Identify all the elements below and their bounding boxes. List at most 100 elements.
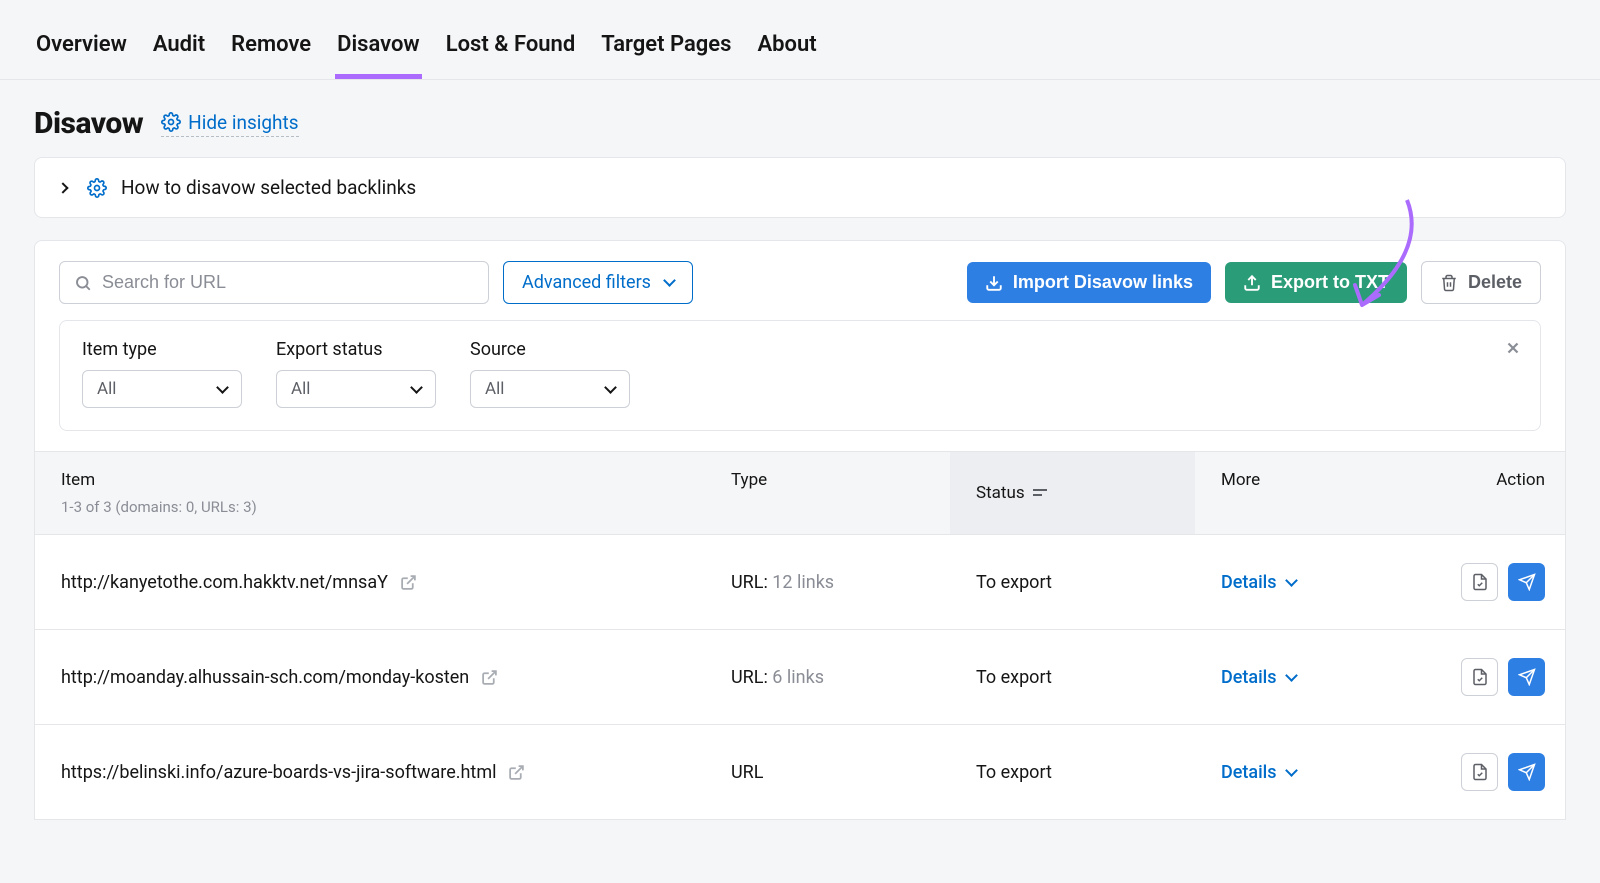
advanced-filters-button[interactable]: Advanced filters (503, 261, 693, 304)
delete-label: Delete (1468, 272, 1522, 293)
search-input-wrapper[interactable] (59, 261, 489, 304)
filter-label: Item type (82, 339, 242, 360)
send-button[interactable] (1508, 753, 1545, 791)
trash-icon (1440, 274, 1458, 292)
note-icon (1471, 573, 1489, 591)
action-cell (1435, 725, 1571, 819)
export-label: Export to TXT (1271, 272, 1389, 293)
action-cell (1435, 535, 1571, 629)
disavow-table: Item 1-3 of 3 (domains: 0, URLs: 3) Type… (34, 452, 1566, 820)
page-header: Disavow Hide insights (0, 80, 1600, 157)
search-icon (74, 274, 92, 292)
url-cell: http://kanyetothe.com.hakktv.net/mnsaY (35, 544, 705, 621)
upload-icon (1243, 274, 1261, 292)
source-select[interactable]: All (470, 370, 630, 408)
th-status[interactable]: Status (950, 452, 1195, 534)
import-button[interactable]: Import Disavow links (967, 262, 1211, 303)
chevron-down-icon (1285, 574, 1298, 587)
export-status-select[interactable]: All (276, 370, 436, 408)
tab-disavow[interactable]: Disavow (335, 20, 422, 79)
url-text: http://moanday.alhussain-sch.com/monday-… (61, 667, 469, 688)
filter-source: Source All (470, 339, 630, 408)
hide-insights-link[interactable]: Hide insights (161, 111, 298, 137)
chevron-down-icon (1285, 764, 1298, 777)
chevron-down-icon (410, 381, 423, 394)
type-count: 12 links (772, 572, 834, 593)
note-button[interactable] (1461, 658, 1498, 696)
type-count: 6 links (772, 667, 824, 688)
gear-icon (161, 112, 181, 132)
external-link-icon[interactable] (508, 764, 525, 781)
table-row: https://belinski.info/azure-boards-vs-ji… (35, 725, 1565, 820)
filter-item-type: Item type All (82, 339, 242, 408)
details-link[interactable]: Details (1221, 572, 1296, 593)
note-icon (1471, 668, 1489, 686)
send-icon (1518, 573, 1536, 591)
th-item-sub: 1-3 of 3 (domains: 0, URLs: 3) (61, 498, 679, 516)
th-type[interactable]: Type (705, 452, 950, 534)
note-button[interactable] (1461, 563, 1498, 601)
delete-button[interactable]: Delete (1421, 261, 1541, 304)
export-button[interactable]: Export to TXT (1225, 262, 1407, 303)
details-link[interactable]: Details (1221, 667, 1296, 688)
select-value: All (97, 379, 116, 399)
external-link-icon[interactable] (481, 669, 498, 686)
tab-lost-found[interactable]: Lost & Found (444, 20, 578, 79)
send-button[interactable] (1508, 658, 1545, 696)
th-item[interactable]: Item 1-3 of 3 (domains: 0, URLs: 3) (35, 452, 705, 534)
send-button[interactable] (1508, 563, 1545, 601)
more-cell: Details (1195, 544, 1435, 621)
action-cell (1435, 630, 1571, 724)
main-tabs: Overview Audit Remove Disavow Lost & Fou… (0, 0, 1600, 80)
status-cell: To export (950, 639, 1195, 716)
status-cell: To export (950, 734, 1195, 811)
select-value: All (291, 379, 310, 399)
more-cell: Details (1195, 639, 1435, 716)
th-more[interactable]: More (1195, 452, 1435, 534)
filter-export-status: Export status All (276, 339, 436, 408)
chevron-down-icon (1285, 669, 1298, 682)
status-cell: To export (950, 544, 1195, 621)
download-icon (985, 274, 1003, 292)
details-label: Details (1221, 762, 1277, 783)
details-link[interactable]: Details (1221, 762, 1296, 783)
item-type-select[interactable]: All (82, 370, 242, 408)
type-label: URL (731, 762, 763, 783)
chevron-right-icon (57, 182, 68, 193)
import-label: Import Disavow links (1013, 272, 1193, 293)
table-header: Item 1-3 of 3 (domains: 0, URLs: 3) Type… (35, 452, 1565, 535)
send-icon (1518, 763, 1536, 781)
external-link-icon[interactable] (400, 574, 417, 591)
filter-label: Export status (276, 339, 436, 360)
tab-overview[interactable]: Overview (34, 20, 129, 79)
tab-audit[interactable]: Audit (151, 20, 207, 79)
help-panel-label: How to disavow selected backlinks (121, 176, 416, 199)
close-filters-button[interactable] (1504, 339, 1522, 357)
table-row: http://moanday.alhussain-sch.com/monday-… (35, 630, 1565, 725)
type-label: URL: (731, 667, 768, 688)
url-cell: http://moanday.alhussain-sch.com/monday-… (35, 639, 705, 716)
help-panel[interactable]: How to disavow selected backlinks (34, 157, 1566, 218)
th-status-label: Status (976, 483, 1025, 503)
type-cell: URL: 12 links (705, 544, 950, 621)
tab-about[interactable]: About (755, 20, 818, 79)
gear-icon (87, 178, 107, 198)
chevron-down-icon (216, 381, 229, 394)
th-item-label: Item (61, 470, 679, 490)
tab-remove[interactable]: Remove (229, 20, 313, 79)
url-text: https://belinski.info/azure-boards-vs-ji… (61, 762, 496, 783)
send-icon (1518, 668, 1536, 686)
filters-subpanel: Item type All Export status All Source A… (59, 320, 1541, 431)
th-action: Action (1435, 452, 1571, 534)
note-button[interactable] (1461, 753, 1498, 791)
url-text: http://kanyetothe.com.hakktv.net/mnsaY (61, 572, 388, 593)
close-icon (1504, 339, 1522, 357)
page-title: Disavow (34, 106, 143, 141)
tab-target-pages[interactable]: Target Pages (599, 20, 733, 79)
type-label: URL: (731, 572, 768, 593)
search-input[interactable] (102, 272, 474, 293)
details-label: Details (1221, 667, 1277, 688)
chevron-down-icon (604, 381, 617, 394)
more-cell: Details (1195, 734, 1435, 811)
advanced-filters-label: Advanced filters (522, 272, 651, 293)
